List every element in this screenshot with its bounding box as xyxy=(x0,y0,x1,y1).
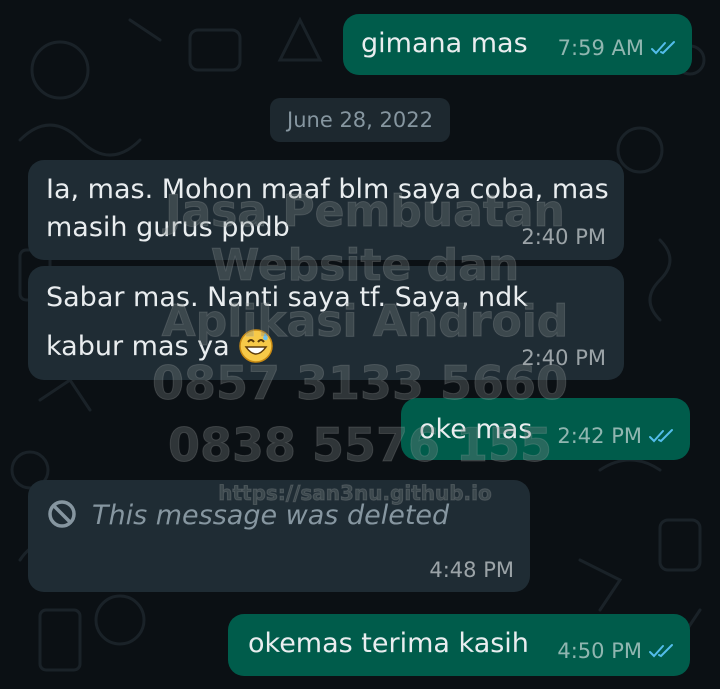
double-check-read-icon xyxy=(649,429,673,443)
outgoing-message[interactable]: oke mas 2:42 PM xyxy=(401,398,690,460)
message-text: oke mas xyxy=(419,414,533,445)
message-text: okemas terima kasih xyxy=(248,628,529,659)
incoming-message[interactable]: Ia, mas. Mohon maaf blm saya coba, mas m… xyxy=(28,160,624,260)
message-meta: 2:40 PM xyxy=(521,225,606,249)
message-time: 4:48 PM xyxy=(429,558,514,582)
outgoing-message[interactable]: okemas terima kasih 4:50 PM xyxy=(228,614,690,676)
outgoing-message[interactable]: gimana mas 7:59 AM xyxy=(343,14,692,75)
ban-icon xyxy=(48,500,76,528)
double-check-read-icon xyxy=(651,41,675,55)
message-time: 2:42 PM xyxy=(557,424,642,448)
message-text-line-1: Sabar mas. Nanti saya tf. Saya, ndk xyxy=(46,282,528,313)
message-text: kabur mas ya xyxy=(46,331,230,362)
message-meta: 2:42 PM xyxy=(557,424,676,448)
message-time: 2:40 PM xyxy=(521,346,606,370)
message-time: 2:40 PM xyxy=(521,225,606,249)
message-meta: 4:48 PM xyxy=(429,558,514,582)
date-separator: June 28, 2022 xyxy=(270,98,450,142)
message-meta: 2:40 PM xyxy=(521,346,606,370)
message-text-line-2: masih gurus ppdb xyxy=(46,212,290,243)
double-check-read-icon xyxy=(649,644,673,658)
incoming-message[interactable]: Sabar mas. Nanti saya tf. Saya, ndk kabu… xyxy=(28,266,624,380)
message-text: gimana mas xyxy=(361,28,528,59)
grinning-sweat-face-icon xyxy=(239,329,274,363)
message-meta: 4:50 PM xyxy=(557,639,676,663)
message-text-line-1: Ia, mas. Mohon maaf blm saya coba, mas xyxy=(46,174,609,205)
message-text-line-2: kabur mas ya xyxy=(46,328,274,365)
deleted-message[interactable]: This message was deleted 4:48 PM xyxy=(28,480,530,592)
message-time: 7:59 AM xyxy=(557,36,644,60)
message-time: 4:50 PM xyxy=(557,639,642,663)
deleted-message-text: This message was deleted xyxy=(92,500,450,531)
message-meta: 7:59 AM xyxy=(558,36,678,60)
